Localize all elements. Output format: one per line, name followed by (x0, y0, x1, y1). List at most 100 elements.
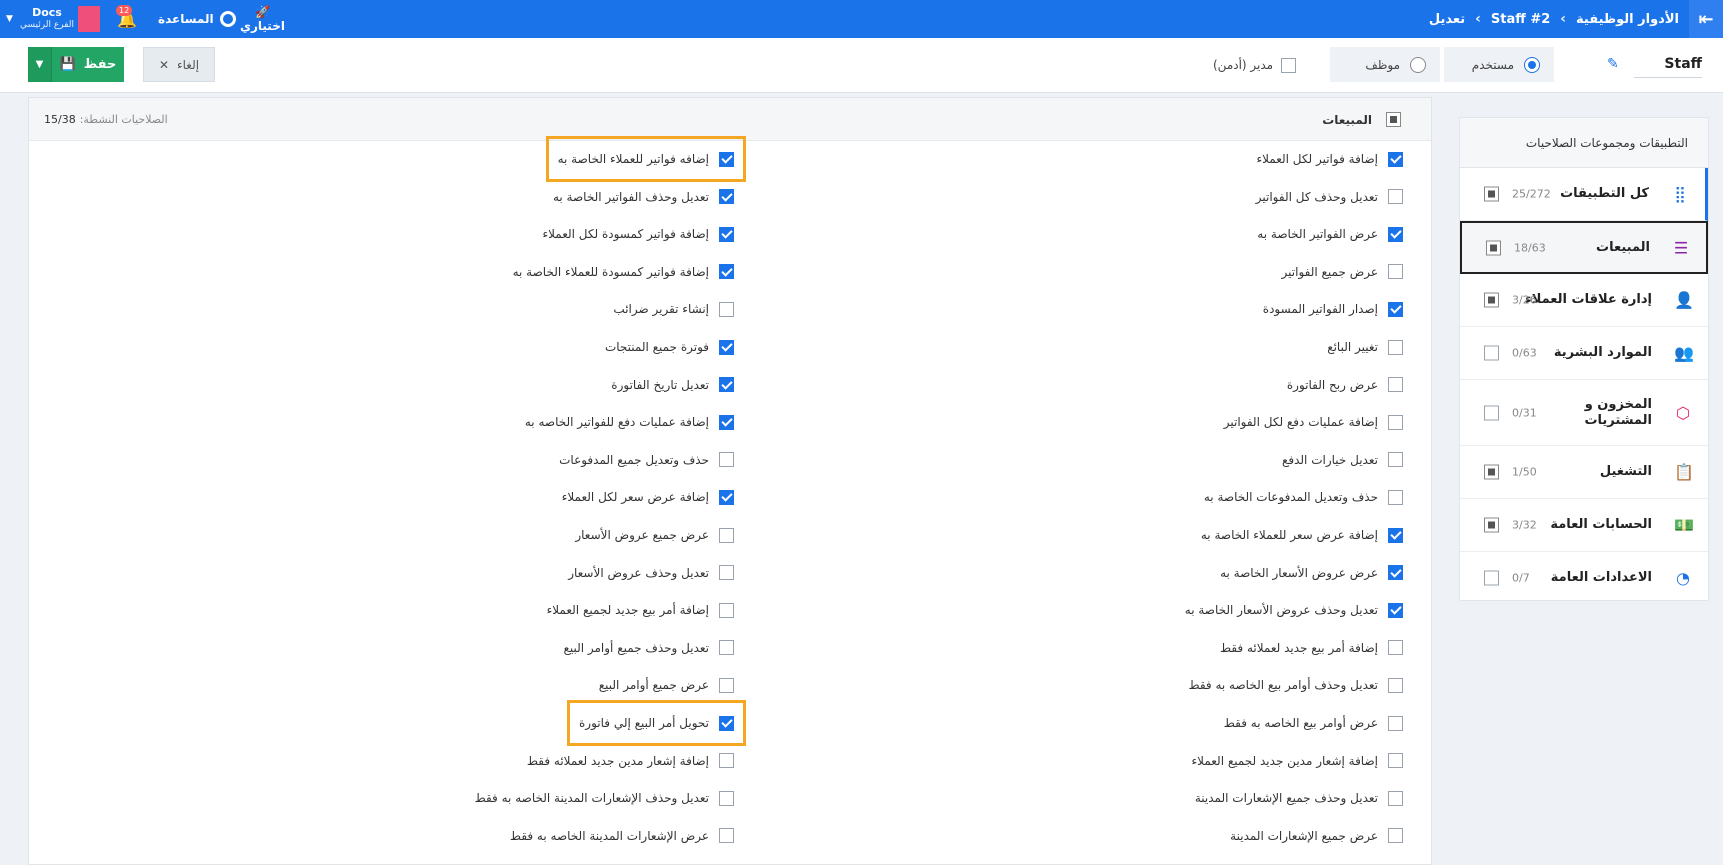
help-button[interactable]: المساعدة (158, 0, 236, 38)
sidebar-item-checkbox[interactable] (1484, 570, 1499, 586)
permission-checkbox[interactable] (1388, 602, 1403, 618)
permission-item[interactable]: إنشاء تقرير ضرائب (613, 299, 734, 319)
save-button[interactable]: حفظ 💾 (52, 47, 124, 82)
permission-checkbox[interactable] (1388, 527, 1403, 543)
breadcrumb-staff-link[interactable]: Staff #2 (1491, 12, 1550, 27)
sidebar-item-checkbox[interactable] (1484, 405, 1499, 420)
edit-pencil-icon[interactable]: ✎ (1607, 56, 1619, 72)
permission-checkbox[interactable] (1388, 489, 1403, 505)
permission-item[interactable]: إضافة أمر بيع جديد لعملائه فقط (1220, 638, 1403, 658)
permission-item[interactable]: عرض جميع الفواتير (1282, 262, 1403, 282)
permission-item[interactable]: إضافة فواتير لكل العملاء (1256, 149, 1403, 169)
sidebar-toggle-icon[interactable]: ⇤ (1689, 0, 1723, 38)
permission-checkbox[interactable] (719, 301, 734, 317)
permission-checkbox[interactable] (719, 414, 734, 430)
permission-checkbox[interactable] (719, 339, 734, 355)
permission-item[interactable]: عرض ربح الفاتورة (1287, 375, 1403, 395)
sidebar-item-checkbox[interactable] (1484, 464, 1499, 480)
permission-item[interactable]: عرض الإشعارات المدينة الخاصه به فقط (510, 826, 734, 846)
permission-checkbox[interactable] (719, 226, 734, 242)
permission-checkbox[interactable] (1388, 828, 1403, 844)
permission-item[interactable]: حذف وتعديل المدفوعات الخاصة به (1204, 487, 1403, 507)
permission-checkbox[interactable] (719, 527, 734, 543)
staff-name-field[interactable]: Staff (1634, 50, 1702, 78)
permission-item[interactable]: إضافة أمر بيع جديد لجميع العملاء (547, 600, 734, 620)
sidebar-item[interactable]: ⬡ المخزون و المشتريات 0/31 (1460, 380, 1708, 446)
role-user-option[interactable]: مستخدم (1444, 47, 1554, 82)
permission-item[interactable]: عرض جميع الإشعارات المدينة (1230, 826, 1403, 846)
permission-checkbox[interactable] (719, 189, 734, 205)
admin-checkbox[interactable]: مدير (أدمن) (1213, 55, 1297, 75)
permission-checkbox[interactable] (719, 264, 734, 280)
permission-checkbox[interactable] (719, 753, 734, 769)
permission-item[interactable]: عرض جميع عروض الأسعار (575, 525, 734, 545)
sidebar-item[interactable]: ⣿ كل التطبيقات 25/272 (1460, 168, 1708, 221)
permission-item[interactable]: تعديل وحذف أوامر بيع الخاصه به فقط (1188, 675, 1403, 695)
permission-item[interactable]: إضافة إشعار مدين جديد لعملائه فقط (527, 751, 734, 771)
sidebar-item[interactable]: 👥 الموارد البشرية 0/63 (1460, 327, 1708, 380)
permission-checkbox[interactable] (719, 640, 734, 656)
permission-item[interactable]: إصدار الفواتير المسودة (1263, 299, 1403, 319)
permission-checkbox[interactable] (1388, 452, 1403, 468)
permission-checkbox[interactable] (1388, 565, 1403, 581)
permission-item[interactable]: عرض جميع أوامر البيع (599, 675, 734, 695)
employee-radio[interactable] (1410, 56, 1426, 73)
permission-item[interactable]: عرض عروض الأسعار الخاصة به (1220, 563, 1403, 583)
permission-checkbox[interactable] (1388, 753, 1403, 769)
permission-checkbox[interactable] (1388, 264, 1403, 280)
save-options-dropdown[interactable]: ▼ (28, 47, 52, 82)
permission-item[interactable]: تعديل وحذف كل الفواتير (1256, 187, 1403, 207)
permission-item[interactable]: تعديل وحذف عروض الأسعار (568, 563, 734, 583)
permission-item[interactable]: تعديل تاريخ الفاتورة (611, 375, 734, 395)
sidebar-item[interactable]: 💵 الحسابات العامة 3/32 (1460, 499, 1708, 552)
permission-item[interactable]: إضافة عمليات دفع لكل الفواتير (1224, 412, 1403, 432)
permission-item[interactable]: إضافة عمليات دفع للفواتير الخاصه به (525, 412, 734, 432)
permission-checkbox[interactable] (719, 790, 734, 806)
permission-checkbox[interactable] (719, 828, 734, 844)
permission-item[interactable]: حذف وتعديل جميع المدفوعات (559, 450, 734, 470)
notifications-button[interactable]: 🔔 12 (116, 0, 138, 38)
role-employee-option[interactable]: موظف (1330, 47, 1440, 82)
permission-checkbox[interactable] (1388, 189, 1403, 205)
sidebar-item-checkbox[interactable] (1486, 240, 1501, 255)
permission-checkbox[interactable] (1388, 640, 1403, 656)
permission-item[interactable]: تعديل وحذف جميع أوامر البيع (563, 638, 734, 658)
permission-item[interactable]: إضافة عرض سعر لكل العملاء (562, 487, 734, 507)
permission-item[interactable]: فوترة جميع المنتجات (605, 337, 734, 357)
avatar[interactable] (78, 6, 100, 32)
permission-checkbox[interactable] (1388, 339, 1403, 355)
sidebar-item[interactable]: ☰ المبيعات 18/63 (1460, 221, 1708, 274)
permission-item[interactable]: إضافة فواتير كمسودة لكل العملاء (542, 224, 734, 244)
permission-checkbox[interactable] (1388, 715, 1403, 731)
permission-item[interactable]: عرض الفواتير الخاصة به (1257, 224, 1403, 244)
permission-item[interactable]: إضافة عرض سعر للعملاء الخاصة به (1201, 525, 1403, 545)
permission-item[interactable]: تغيير البائع (1327, 337, 1403, 357)
permission-checkbox[interactable] (1388, 377, 1403, 393)
permission-item[interactable]: إضافة إشعار مدين جديد لجميع العملاء (1192, 751, 1403, 771)
permission-checkbox[interactable] (1388, 151, 1403, 167)
permission-item[interactable]: تعديل وحذف الإشعارات المدينة الخاصه به ف… (475, 788, 734, 808)
cancel-button[interactable]: إلغاء ✕ (143, 47, 215, 82)
breadcrumb-roles-link[interactable]: الأدوار الوظيفية (1576, 12, 1679, 27)
permission-item[interactable]: تعديل وحذف عروض الأسعار الخاصة به (1185, 600, 1403, 620)
admin-checkbox-box[interactable] (1281, 57, 1297, 73)
account-menu[interactable]: Docs الفرع الرئيسي (20, 0, 74, 38)
user-radio[interactable] (1524, 56, 1540, 73)
permission-item[interactable]: تعديل وحذف الفواتير الخاصة به (553, 187, 734, 207)
permission-checkbox[interactable] (719, 489, 734, 505)
sidebar-item-checkbox[interactable] (1484, 517, 1499, 533)
sidebar-item-checkbox[interactable] (1484, 345, 1499, 361)
permission-item[interactable]: تعديل وحذف جميع الإشعارات المدينة (1195, 788, 1403, 808)
select-all-sales[interactable]: المبيعات (1322, 98, 1401, 141)
select-all-checkbox[interactable] (1386, 112, 1401, 127)
permission-checkbox[interactable] (1388, 790, 1403, 806)
permission-item[interactable]: عرض أوامر بيع الخاصه به فقط (1224, 713, 1403, 733)
sidebar-item-checkbox[interactable] (1484, 292, 1499, 308)
chevron-down-icon[interactable]: ▼ (6, 0, 13, 38)
optional-apps-button[interactable]: 🚀 اختياري (240, 0, 285, 38)
permission-item[interactable]: تعديل خيارات الدفع (1282, 450, 1403, 470)
permission-checkbox[interactable] (719, 602, 734, 618)
permission-checkbox[interactable] (719, 565, 734, 581)
permission-checkbox[interactable] (1388, 677, 1403, 693)
permission-checkbox[interactable] (719, 377, 734, 393)
